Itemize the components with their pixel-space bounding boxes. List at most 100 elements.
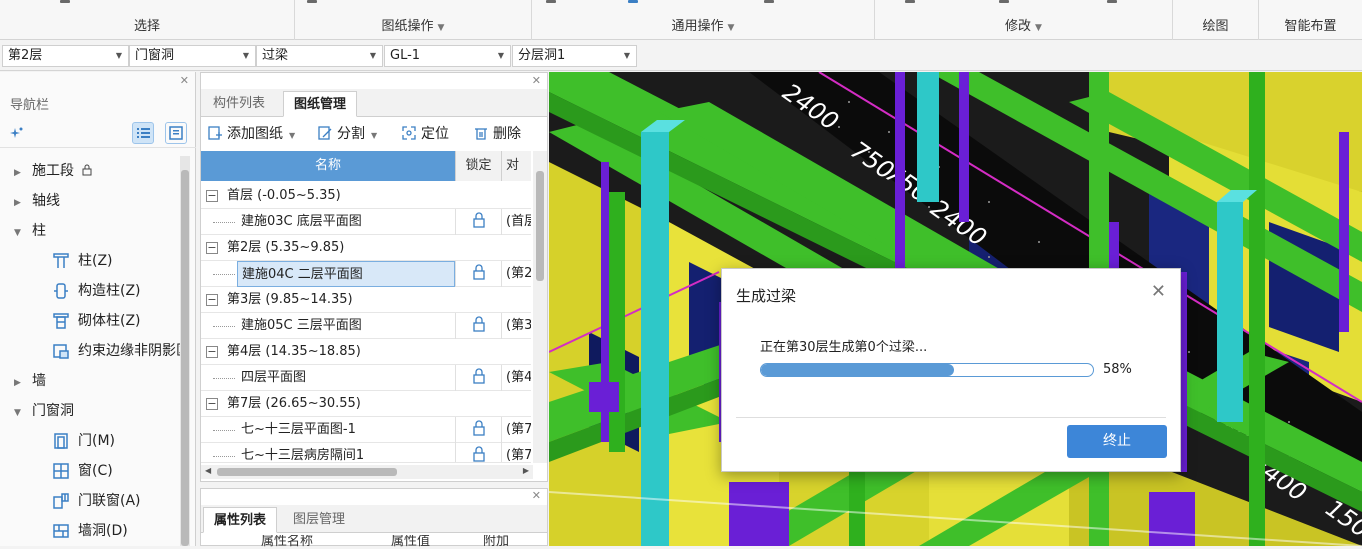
table-row[interactable]: − 第4层 (14.35~18.85) bbox=[201, 339, 531, 365]
nav-child-window[interactable]: 窗(C) bbox=[52, 456, 182, 486]
nav-item-column[interactable]: ▼ 柱 bbox=[0, 216, 180, 246]
ribbon-group-smart-layout[interactable]: 智能布置 bbox=[1259, 0, 1362, 40]
column-header-prop-name[interactable]: 属性名称 bbox=[261, 535, 313, 549]
nav-item-wall[interactable]: ▶ 墙 bbox=[0, 366, 180, 396]
arrow-right-icon[interactable]: ▶ bbox=[523, 466, 529, 475]
close-icon[interactable]: ✕ bbox=[180, 74, 189, 87]
column-header-prop-extra[interactable]: 附加 bbox=[483, 535, 509, 549]
table-row[interactable]: − 首层 (-0.05~5.35) bbox=[201, 183, 531, 209]
row-name: 七~十三层病房隔间1 bbox=[241, 448, 365, 463]
nav-child-masonry-column[interactable]: 砌体柱(Z) bbox=[52, 306, 182, 336]
nav-child-column[interactable]: 柱(Z) bbox=[52, 246, 182, 276]
nav-toolbar bbox=[0, 118, 196, 148]
nav-child-label: 窗(C) bbox=[78, 463, 113, 479]
lock-toggle[interactable] bbox=[455, 261, 501, 287]
collapse-icon[interactable]: − bbox=[206, 242, 218, 254]
nav-item-label: 墙 bbox=[32, 373, 46, 389]
layer-hole-select[interactable]: 分层洞1 ▼ bbox=[512, 45, 637, 67]
table-row[interactable]: − 第2层 (5.35~9.85) bbox=[201, 235, 531, 261]
collapse-icon[interactable]: − bbox=[206, 190, 218, 202]
nav-child-wall-opening[interactable]: 墙洞(D) bbox=[52, 516, 182, 546]
drawing-hscrollbar[interactable]: ◀ ▶ bbox=[201, 465, 533, 479]
column-header-compare[interactable]: 对应 bbox=[501, 151, 531, 181]
nav-item-label: 施工段 bbox=[32, 163, 74, 179]
table-row-selected[interactable]: 建施04C 二层平面图 (第2 bbox=[201, 261, 531, 287]
column-header-name[interactable]: 名称 bbox=[201, 151, 455, 181]
collapse-icon[interactable]: − bbox=[206, 398, 218, 410]
nav-item-construction-section[interactable]: ▶ 施工段 bbox=[0, 156, 180, 186]
add-drawing-button[interactable]: 添加图纸 ▼ bbox=[207, 124, 295, 144]
nav-item-label: 柱 bbox=[32, 223, 46, 239]
drawing-hscrollbar-thumb[interactable] bbox=[217, 468, 397, 476]
nav-item-axis[interactable]: ▶ 轴线 bbox=[0, 186, 180, 216]
table-row[interactable]: 七~十三层平面图-1 (第7 bbox=[201, 417, 531, 443]
list-view-icon[interactable] bbox=[132, 122, 154, 144]
chevron-down-icon: ▼ bbox=[437, 23, 445, 33]
nav-child-structural-column[interactable]: 构造柱(Z) bbox=[52, 276, 182, 306]
tab-property-list[interactable]: 属性列表 bbox=[203, 507, 278, 533]
lock-toggle[interactable] bbox=[455, 443, 501, 462]
ribbon-group-drawing-ops[interactable]: 图纸操作 ▼ bbox=[295, 0, 532, 40]
chevron-down-icon: ▼ bbox=[242, 51, 249, 60]
row-name: 第7层 (26.65~30.55) bbox=[227, 396, 361, 411]
tab-drawing-management[interactable]: 图纸管理 bbox=[283, 91, 358, 117]
table-row[interactable]: 建施05C 三层平面图 (第3 bbox=[201, 313, 531, 339]
ribbon-group-draw[interactable]: 绘图 bbox=[1173, 0, 1259, 40]
collapse-icon[interactable]: − bbox=[206, 294, 218, 306]
trash-icon bbox=[475, 128, 487, 140]
sparkle-icon[interactable] bbox=[10, 126, 24, 140]
collapse-icon[interactable]: − bbox=[206, 346, 218, 358]
row-name: 首层 (-0.05~5.35) bbox=[227, 188, 341, 203]
drawing-vscrollbar-thumb[interactable] bbox=[536, 171, 544, 281]
generate-lintel-dialog: 生成过梁 ✕ 正在第30层生成第0个过梁... 58% 终止 bbox=[721, 268, 1181, 472]
table-row[interactable]: 建施03C 底层平面图 (首层) bbox=[201, 209, 531, 235]
nav-scrollbar-thumb[interactable] bbox=[181, 170, 189, 546]
table-row[interactable]: − 第3层 (9.85~14.35) bbox=[201, 287, 531, 313]
locate-icon bbox=[402, 126, 416, 140]
table-row[interactable]: 七~十三层病房隔间1 (第7 bbox=[201, 443, 531, 463]
ribbon-group-modify[interactable]: 修改 ▼ bbox=[875, 0, 1173, 40]
chevron-down-icon: ▼ bbox=[497, 51, 504, 60]
nav-child-door[interactable]: 门(M) bbox=[52, 426, 182, 456]
ribbon-group-select[interactable]: 选择 bbox=[0, 0, 295, 40]
unlock-icon bbox=[472, 446, 485, 462]
nav-child-label: 砌体柱(Z) bbox=[78, 313, 141, 329]
lock-toggle[interactable] bbox=[455, 313, 501, 339]
detail-view-icon[interactable] bbox=[165, 122, 187, 144]
nav-child-boundary-column[interactable]: 约束边缘非阴影区 bbox=[52, 336, 182, 366]
locate-button[interactable]: 定位 bbox=[401, 124, 449, 144]
floor-select[interactable]: 第2层 ▼ bbox=[2, 45, 129, 67]
lock-toggle[interactable] bbox=[455, 365, 501, 391]
nav-child-label: 墙洞(D) bbox=[78, 523, 128, 539]
nav-child-door-window[interactable]: 门联窗(A) bbox=[52, 486, 182, 516]
column-header-lock[interactable]: 锁定 bbox=[455, 151, 501, 181]
lock-toggle[interactable] bbox=[455, 209, 501, 235]
close-icon[interactable]: ✕ bbox=[532, 74, 541, 87]
member-select[interactable]: GL-1 ▼ bbox=[384, 45, 511, 67]
nav-scrollbar[interactable] bbox=[180, 156, 190, 546]
property-grid-header: 属性名称 属性值 附加 bbox=[201, 535, 531, 549]
split-button[interactable]: 分割 ▼ bbox=[317, 124, 377, 144]
type-select[interactable]: 过梁 ▼ bbox=[256, 45, 383, 67]
nav-item-doors-windows[interactable]: ▼ 门窗洞 bbox=[0, 396, 180, 426]
tab-layer-management[interactable]: 图层管理 bbox=[283, 507, 355, 533]
lock-toggle[interactable] bbox=[455, 417, 501, 443]
arrow-left-icon[interactable]: ◀ bbox=[205, 466, 211, 475]
table-row[interactable]: − 第7层 (26.65~30.55) bbox=[201, 391, 531, 417]
divider bbox=[736, 417, 1166, 418]
close-icon[interactable]: ✕ bbox=[532, 489, 541, 502]
close-icon[interactable]: ✕ bbox=[1151, 281, 1166, 302]
tab-component-list[interactable]: 构件列表 bbox=[203, 91, 275, 117]
chevron-down-icon: ▼ bbox=[369, 51, 376, 60]
row-compare: (第7 bbox=[501, 417, 531, 443]
ribbon-group-label: 绘图 bbox=[1202, 19, 1229, 34]
drawing-vscrollbar[interactable] bbox=[533, 151, 547, 463]
delete-button[interactable]: 删除 bbox=[473, 124, 521, 144]
column-header-prop-value[interactable]: 属性值 bbox=[391, 535, 430, 549]
table-row[interactable]: 四层平面图 (第4 bbox=[201, 365, 531, 391]
category-select[interactable]: 门窗洞 ▼ bbox=[129, 45, 256, 67]
chevron-down-icon: ▼ bbox=[289, 131, 296, 140]
stop-button[interactable]: 终止 bbox=[1067, 425, 1167, 458]
row-compare: (第2 bbox=[501, 261, 531, 287]
ribbon-group-common-ops[interactable]: 通用操作 ▼ bbox=[532, 0, 875, 40]
